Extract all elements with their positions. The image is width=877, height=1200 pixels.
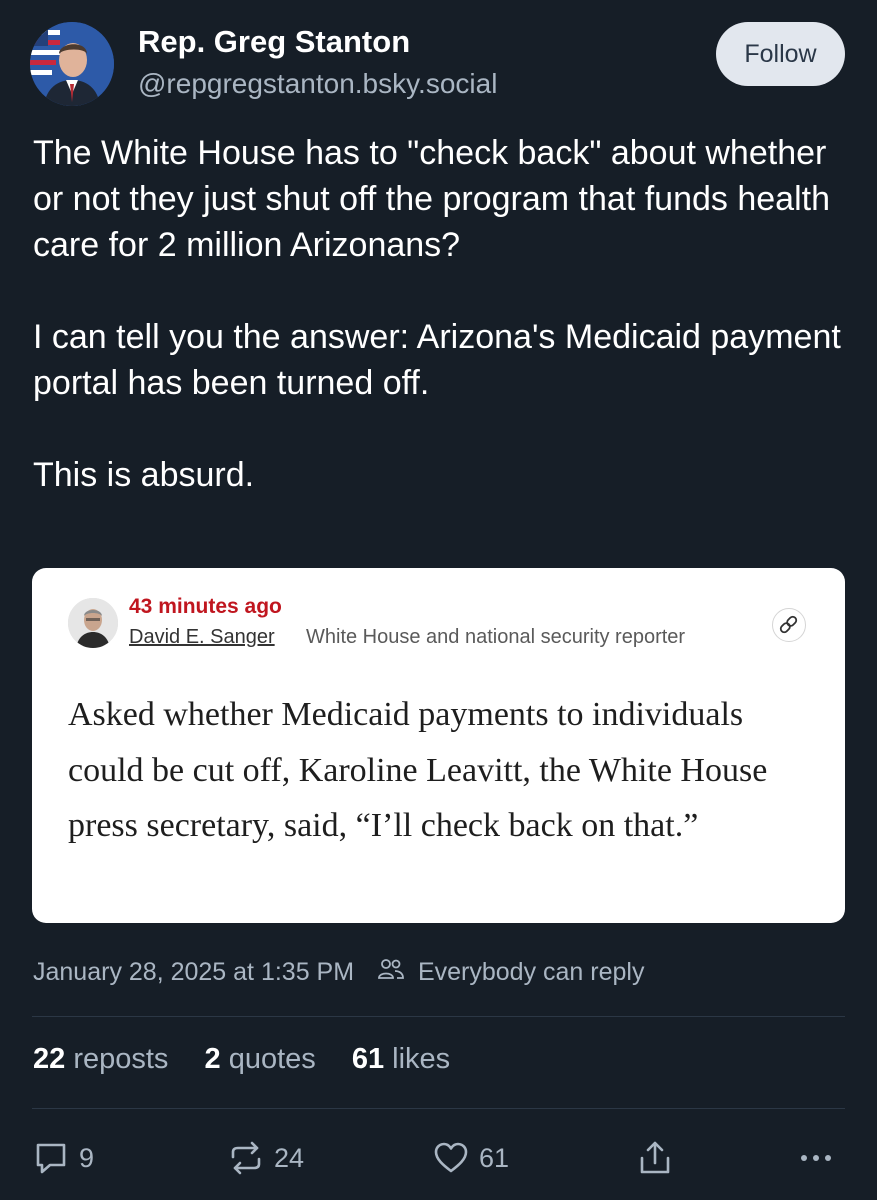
embedded-image-card[interactable]: 43 minutes ago David E. Sanger White Hou… xyxy=(32,568,845,923)
share-button[interactable] xyxy=(638,1130,672,1186)
author-handle[interactable]: @repgregstanton.bsky.social xyxy=(138,68,497,100)
likes-label: likes xyxy=(392,1043,451,1075)
post-meta: January 28, 2025 at 1:35 PM Everybody ca… xyxy=(33,957,644,988)
reporter-role: White House and national security report… xyxy=(306,626,686,648)
follow-button[interactable]: Follow xyxy=(716,22,845,86)
reposts-label: reposts xyxy=(73,1043,169,1075)
like-count: 61 xyxy=(479,1142,510,1173)
post-text: The White House has to "check back" abou… xyxy=(33,130,848,498)
ellipsis-icon xyxy=(801,1155,831,1161)
embed-quote: Asked whether Medicaid payments to indiv… xyxy=(68,696,768,844)
reply-count: 9 xyxy=(79,1142,95,1173)
repost-icon xyxy=(231,1141,261,1175)
people-icon xyxy=(377,957,405,988)
action-bar: 9 24 61 xyxy=(0,1130,877,1186)
engagement-stats: 22 reposts 2 quotes 61 likes xyxy=(33,1043,478,1076)
reply-setting: Everybody can reply xyxy=(417,958,645,986)
author-name[interactable]: Rep. Greg Stanton xyxy=(138,24,410,60)
share-icon xyxy=(640,1141,670,1174)
post-paragraph: I can tell you the answer: Arizona's Med… xyxy=(33,318,841,402)
reply-button[interactable]: 9 xyxy=(33,1130,94,1186)
author-avatar[interactable] xyxy=(30,22,114,106)
quotes-stat[interactable]: 2 quotes xyxy=(205,1043,316,1075)
likes-stat[interactable]: 61 likes xyxy=(352,1043,450,1075)
post-header: Rep. Greg Stanton @repgregstanton.bsky.s… xyxy=(0,0,877,120)
post-paragraph: The White House has to "check back" abou… xyxy=(33,134,830,264)
post-timestamp[interactable]: January 28, 2025 at 1:35 PM xyxy=(33,958,354,987)
quotes-count: 2 xyxy=(204,1043,221,1075)
divider xyxy=(32,1016,845,1017)
more-options-button[interactable] xyxy=(798,1130,834,1186)
reposts-count: 22 xyxy=(33,1043,66,1075)
reply-icon xyxy=(36,1143,66,1174)
reporter-name-link: David E. Sanger xyxy=(129,626,275,648)
repost-button[interactable]: 24 xyxy=(228,1130,304,1186)
reporter-avatar xyxy=(68,598,118,648)
repost-count: 24 xyxy=(274,1142,305,1173)
post-paragraph: This is absurd. xyxy=(33,456,255,494)
quotes-label: quotes xyxy=(228,1043,316,1075)
heart-icon xyxy=(434,1142,468,1173)
likes-count: 61 xyxy=(351,1043,385,1075)
reposts-stat[interactable]: 22 reposts xyxy=(33,1043,168,1075)
divider xyxy=(32,1108,845,1109)
embed-timestamp: 43 minutes ago xyxy=(129,595,282,618)
like-button[interactable]: 61 xyxy=(433,1130,509,1186)
link-icon xyxy=(772,608,806,642)
